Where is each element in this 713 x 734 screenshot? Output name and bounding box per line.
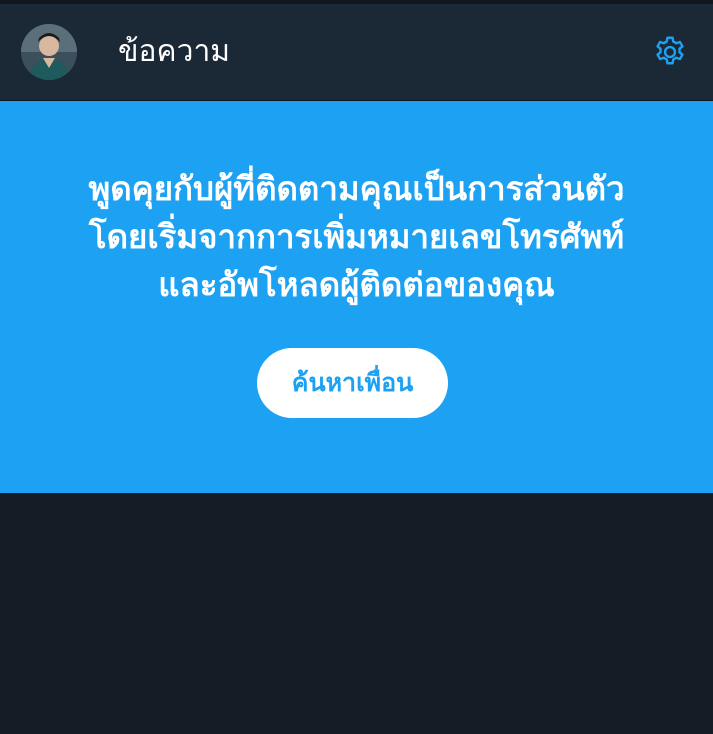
profile-avatar[interactable] [21, 24, 77, 80]
banner-line: โดยเริ่มจากการเพิ่มหมายเลขโทรศัพท์ [88, 217, 625, 256]
top-app-bar: ข้อความ [0, 4, 713, 101]
gear-icon [656, 36, 684, 65]
find-friends-banner: พูดคุยกับผู้ที่ติดตามคุณเป็นการส่วนตัว โ… [0, 101, 713, 493]
settings-button[interactable] [650, 32, 690, 72]
banner-line: และอัพโหลดผู้ติดต่อของคุณ [158, 265, 555, 304]
page-title: ข้อความ [118, 34, 231, 69]
banner-message: พูดคุยกับผู้ที่ติดตามคุณเป็นการส่วนตัว โ… [40, 165, 673, 309]
avatar-image [21, 24, 77, 80]
message-list-empty [0, 493, 713, 734]
find-friends-button[interactable]: ค้นหาเพื่อน [257, 348, 448, 418]
banner-line: พูดคุยกับผู้ที่ติดตามคุณเป็นการส่วนตัว [88, 169, 625, 208]
